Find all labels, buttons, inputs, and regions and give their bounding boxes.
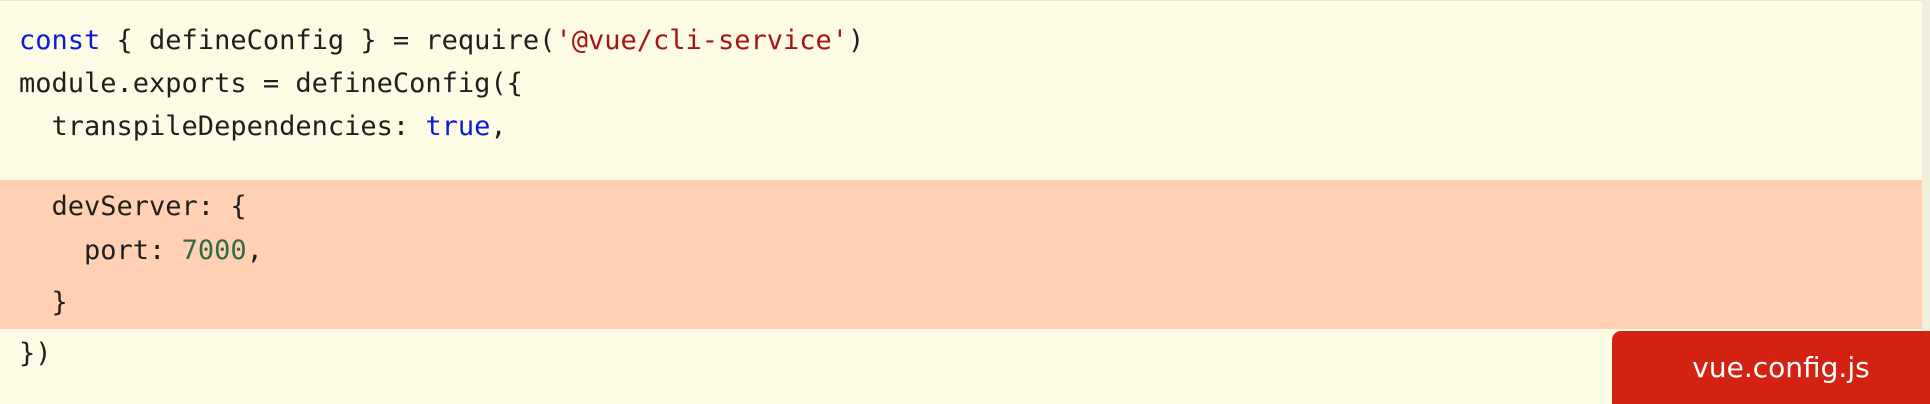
code-line-6: } xyxy=(0,277,1930,329)
number-literal: 7000 xyxy=(181,235,247,266)
code-line-5: port: 7000, xyxy=(0,225,1930,277)
code-text: port: xyxy=(19,235,182,266)
code-text: { defineConfig } = require( xyxy=(100,25,556,56)
code-line-3: transpileDependencies: true, xyxy=(0,101,1930,153)
string-literal: '@vue/cli-service' xyxy=(555,25,849,56)
keyword-const: const xyxy=(19,25,101,56)
code-text: } xyxy=(19,287,68,318)
code-text: transpileDependencies: xyxy=(19,111,426,142)
code-text: devServer: { xyxy=(19,191,247,222)
code-text: , xyxy=(246,235,263,266)
keyword-true: true xyxy=(425,111,491,142)
code-text: , xyxy=(490,111,507,142)
code-text: }) xyxy=(19,338,52,369)
code-text: module.exports = defineConfig({ xyxy=(19,68,523,99)
code-text: ) xyxy=(848,25,865,56)
filename-tag: vue.config.js xyxy=(1612,331,1930,404)
